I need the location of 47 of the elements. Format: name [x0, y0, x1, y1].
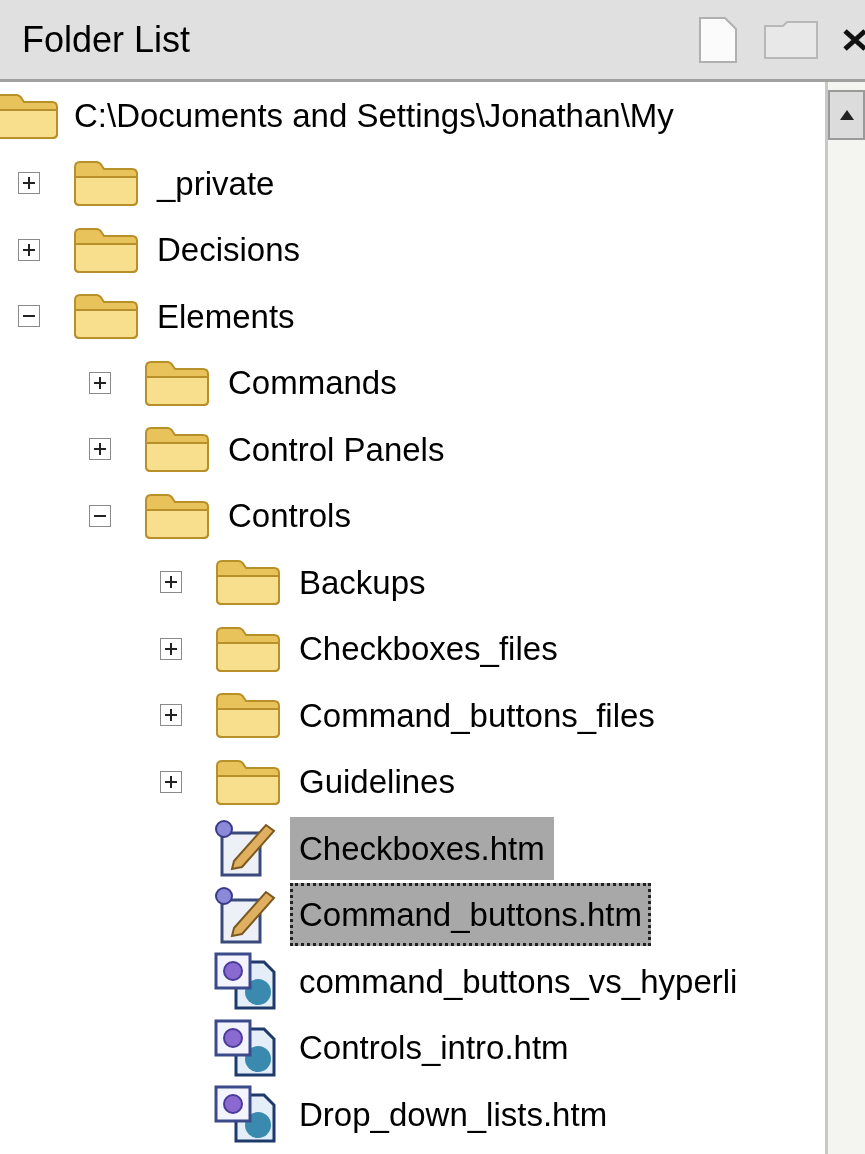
expand-toggle[interactable]: [160, 637, 182, 660]
folder-icon: [143, 425, 211, 474]
scroll-up-button[interactable]: [828, 90, 865, 140]
web-page-icon: [214, 1085, 276, 1144]
folder-icon: [214, 691, 282, 740]
expand-toggle[interactable]: [18, 172, 40, 195]
root-folder-path[interactable]: C:\Documents and Settings\Jonathan\My: [74, 91, 674, 141]
folder-icon: [72, 292, 140, 341]
tree-item[interactable]: Elements: [148, 284, 304, 348]
page-with-pencil-icon: [214, 819, 276, 878]
tree-item[interactable]: command_buttons_vs_hyperli: [290, 949, 747, 1013]
expand-toggle[interactable]: [89, 438, 111, 461]
folder-icon: [214, 558, 282, 607]
panel-title: Folder List: [22, 17, 192, 62]
tree-item[interactable]: Controls_intro.htm: [290, 1016, 578, 1080]
close-icon[interactable]: [843, 26, 865, 53]
folder-icon: [214, 624, 282, 673]
up-arrow-icon: [838, 109, 855, 121]
folder-icon: [143, 491, 211, 540]
tree-item[interactable]: Drop_down_lists.htm: [290, 1082, 617, 1146]
page-with-pencil-icon: [214, 885, 276, 944]
folder-icon: [143, 358, 211, 407]
tree-item[interactable]: _private: [148, 151, 284, 215]
tree-item[interactable]: Controls: [219, 484, 360, 548]
expand-toggle[interactable]: [160, 704, 182, 727]
collapse-toggle[interactable]: [18, 305, 40, 328]
folder-icon: [72, 159, 140, 208]
web-page-icon: [214, 1018, 276, 1077]
tree-item[interactable]: Decisions: [148, 218, 310, 282]
tree-item[interactable]: Command_buttons_files: [290, 683, 664, 747]
tree-item[interactable]: Checkboxes.htm: [290, 816, 554, 880]
expand-toggle[interactable]: [89, 371, 111, 394]
folder-icon: [214, 757, 282, 806]
expand-toggle[interactable]: [160, 571, 182, 594]
tree-item[interactable]: Guidelines: [290, 750, 464, 814]
web-page-icon: [214, 952, 276, 1011]
expand-toggle[interactable]: [18, 238, 40, 261]
folder-icon: [0, 92, 60, 140]
tree-item[interactable]: Commands: [219, 351, 406, 415]
collapse-toggle[interactable]: [89, 504, 111, 527]
tree-item[interactable]: Command_buttons.htm: [290, 883, 651, 947]
tree-item[interactable]: Backups: [290, 550, 435, 614]
tree-item[interactable]: Checkboxes_files: [290, 617, 567, 681]
expand-toggle[interactable]: [160, 770, 182, 793]
folder-icon: [72, 225, 140, 274]
tree-item[interactable]: Control Panels: [219, 417, 454, 481]
vertical-scrollbar[interactable]: [825, 82, 865, 1154]
